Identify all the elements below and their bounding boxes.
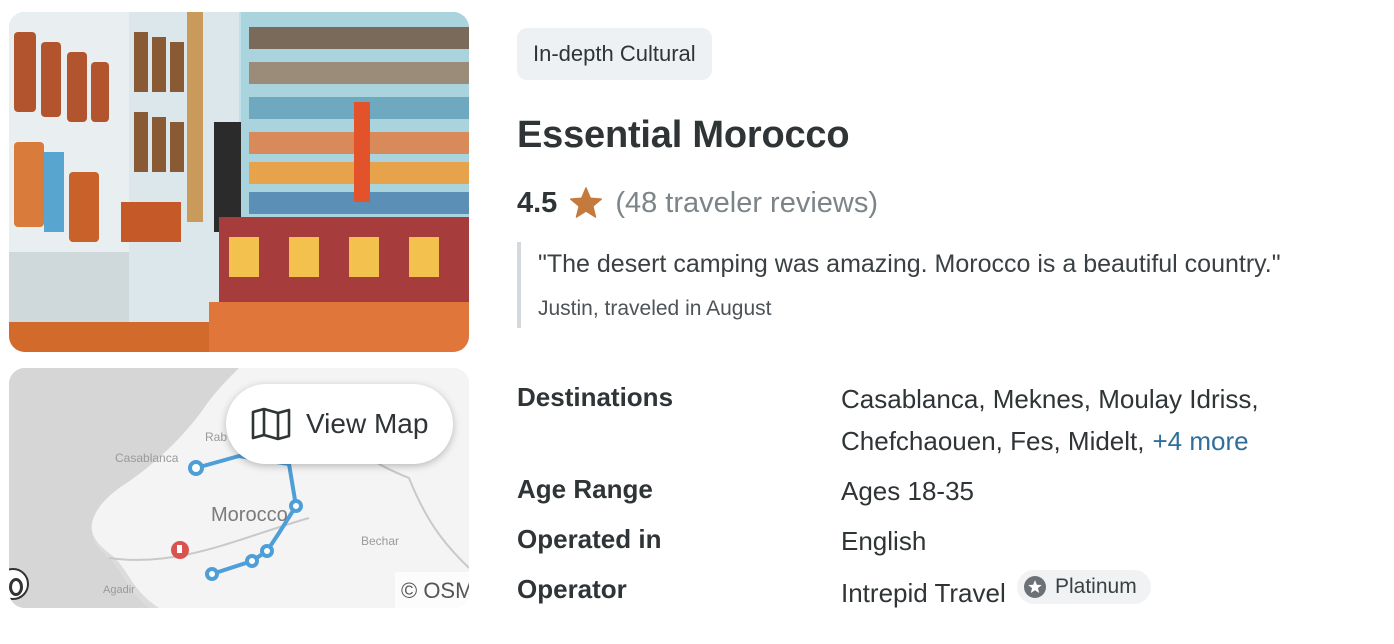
- testimonial: "The desert camping was amazing. Morocco…: [517, 242, 1377, 328]
- operator-label: Operator: [517, 574, 627, 604]
- map-label-casablanca: Casablanca: [115, 451, 179, 465]
- view-map-button[interactable]: View Map: [226, 384, 453, 464]
- detail-row-age: Age Range Ages 18-35: [517, 470, 1377, 520]
- tour-details: Destinations Casablanca, Meknes, Moulay …: [517, 378, 1377, 620]
- tour-photo[interactable]: [9, 12, 469, 352]
- more-destinations-link[interactable]: +4 more: [1153, 426, 1249, 456]
- detail-row-operator: Operator Intrepid Travel Platinum: [517, 570, 1377, 620]
- tour-card: Rab Casablanca Morocco Bechar Agadir Vie…: [0, 0, 1394, 644]
- detail-row-language: Operated in English: [517, 520, 1377, 570]
- map-label-bechar: Bechar: [361, 534, 400, 548]
- platinum-badge[interactable]: Platinum: [1016, 570, 1151, 604]
- age-range-value: Ages 18-35: [841, 476, 974, 506]
- rating-value: 4.5: [517, 186, 558, 219]
- detail-row-destinations: Destinations Casablanca, Meknes, Moulay …: [517, 378, 1377, 470]
- rating-row[interactable]: 4.5 (48 traveler reviews): [517, 182, 878, 224]
- destinations-line-1: Casablanca, Meknes, Moulay Idriss,: [841, 384, 1259, 414]
- osm-attribution[interactable]: © OSM: [395, 572, 469, 608]
- route-map[interactable]: Rab Casablanca Morocco Bechar Agadir Vie…: [9, 368, 469, 608]
- map-label-morocco: Morocco: [211, 504, 288, 526]
- testimonial-author: Justin, traveled in August: [538, 297, 772, 320]
- category-badge: In-depth Cultural: [517, 28, 712, 80]
- operator-name[interactable]: Intrepid Travel: [841, 578, 1006, 608]
- destinations-label: Destinations: [517, 382, 674, 412]
- age-range-label: Age Range: [517, 474, 653, 504]
- testimonial-quote: "The desert camping was amazing. Morocco…: [538, 250, 1281, 278]
- tour-title[interactable]: Essential Morocco: [517, 114, 850, 157]
- destinations-line-2: Chefchaouen, Fes, Midelt, +4 more: [841, 420, 1361, 462]
- view-map-label: View Map: [306, 408, 429, 439]
- operated-in-value: English: [841, 526, 927, 556]
- map-icon: [251, 407, 291, 441]
- map-label-rabat: Rab: [205, 430, 228, 444]
- platinum-badge-label: Platinum: [1054, 575, 1137, 598]
- star-icon: [570, 187, 603, 218]
- review-count[interactable]: (48 traveler reviews): [615, 187, 878, 220]
- platinum-star-icon: [1023, 576, 1046, 598]
- map-label-agadir: Agadir: [103, 584, 135, 596]
- destinations-line-2-text: Chefchaouen, Fes, Midelt,: [841, 426, 1145, 456]
- operator-value: Intrepid Travel Platinum: [841, 570, 1361, 614]
- destinations-value: Casablanca, Meknes, Moulay Idriss, Chefc…: [841, 378, 1361, 462]
- operated-in-label: Operated in: [517, 524, 662, 554]
- spice-shop-illustration: [9, 12, 469, 352]
